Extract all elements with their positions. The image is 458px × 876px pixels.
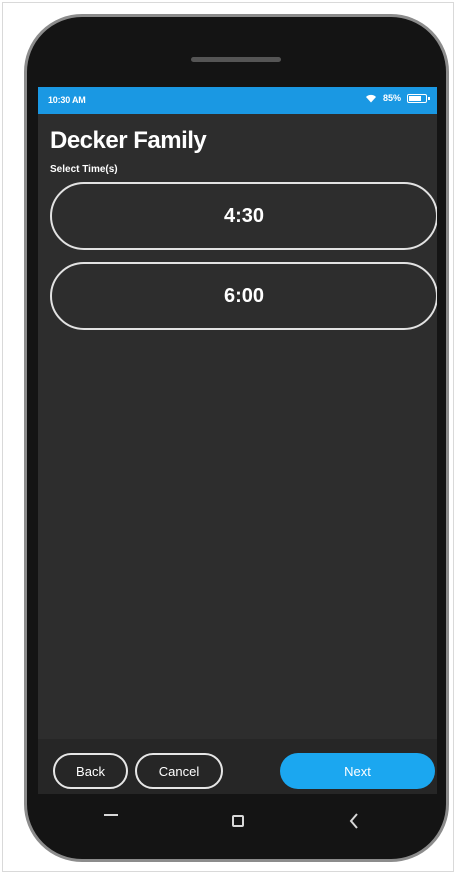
status-time: 10:30 AM bbox=[48, 95, 86, 105]
time-option-430[interactable]: 4:30 bbox=[50, 182, 437, 250]
battery-fill bbox=[409, 95, 421, 101]
system-nav-bar bbox=[27, 794, 446, 854]
battery-icon bbox=[407, 93, 430, 103]
back-button-label: Back bbox=[76, 763, 105, 779]
phone-frame: 10:30 AM 85% Decker Family Select Time(s… bbox=[24, 14, 449, 862]
cancel-button-label: Cancel bbox=[158, 763, 200, 779]
status-indicators: 85% bbox=[365, 93, 430, 103]
page-title: Decker Family bbox=[50, 127, 207, 154]
select-times-label: Select Time(s) bbox=[50, 164, 118, 175]
back-icon[interactable] bbox=[347, 812, 361, 830]
speaker-grille bbox=[191, 57, 281, 62]
battery-percent: 85% bbox=[382, 93, 401, 103]
time-option-label: 4:30 bbox=[223, 204, 265, 227]
cancel-button[interactable]: Cancel bbox=[135, 753, 223, 789]
time-option-600[interactable]: 6:00 bbox=[50, 262, 437, 330]
next-button[interactable]: Next bbox=[280, 753, 435, 789]
next-button-label: Next bbox=[344, 763, 371, 779]
wifi-icon bbox=[365, 94, 376, 103]
time-option-label: 6:00 bbox=[223, 284, 265, 307]
action-bar: Back Cancel Next bbox=[38, 739, 437, 794]
back-button[interactable]: Back bbox=[53, 753, 128, 789]
status-bar: 10:30 AM 85% bbox=[38, 87, 437, 114]
app-screen: 10:30 AM 85% Decker Family Select Time(s… bbox=[38, 87, 437, 794]
recents-icon[interactable] bbox=[104, 814, 118, 816]
home-icon[interactable] bbox=[232, 815, 244, 827]
